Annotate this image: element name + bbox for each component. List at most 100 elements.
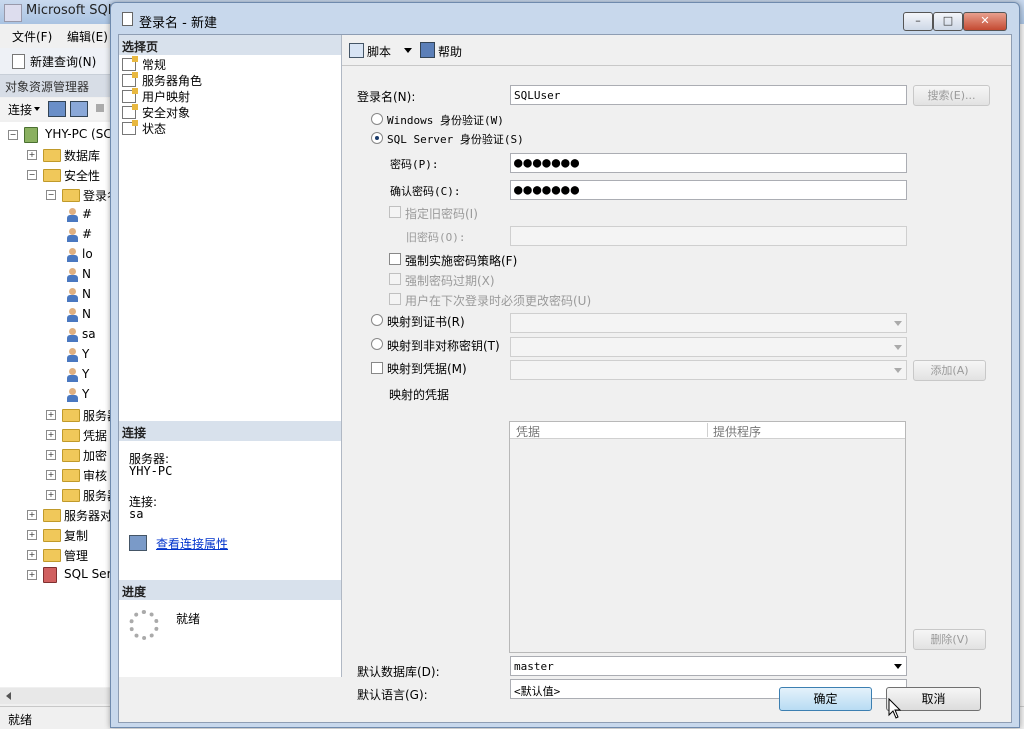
map-certificate-label[interactable]: 映射到证书(R) (387, 313, 465, 330)
tree-node-label: 审核 (83, 469, 108, 483)
stop-icon[interactable] (96, 104, 104, 112)
script-icon[interactable] (349, 43, 364, 58)
disconnect-icon[interactable] (70, 101, 88, 117)
connect-button[interactable]: 连接 (8, 101, 32, 118)
menu-edit[interactable]: 编辑(E) (67, 28, 108, 45)
expand-icon[interactable]: + (27, 150, 37, 160)
remove-credential-button[interactable]: 删除(V) (913, 629, 986, 650)
tree-node[interactable]: sa (0, 326, 110, 344)
tree-node[interactable]: N (0, 266, 110, 284)
must-change-label: 用户在下次登录时必须更改密码(U) (405, 294, 592, 308)
object-explorer-title: 对象资源管理器 (5, 80, 90, 94)
tree-node[interactable]: N (0, 306, 110, 324)
login-user-icon (66, 208, 78, 222)
tree-node[interactable]: + 加密 (0, 446, 110, 464)
tree-node[interactable]: − YHY-PC (SC (0, 126, 112, 144)
tree-node[interactable]: + 服务器对 (0, 506, 112, 524)
tree-node[interactable]: + SQL Ser (0, 566, 112, 584)
expand-icon[interactable]: + (27, 570, 37, 580)
new-query-button[interactable]: 新建查询(N) (10, 52, 108, 70)
certificate-select[interactable] (510, 313, 907, 333)
help-button[interactable]: 帮助 (438, 43, 462, 60)
help-icon[interactable] (420, 42, 435, 58)
password-input[interactable]: ●●●●●●● (510, 153, 907, 173)
page-icon (122, 104, 138, 119)
tree-node[interactable]: + 数据库 (0, 146, 110, 164)
tree-node-label: Y (82, 387, 90, 401)
map-credential-label[interactable]: 映射到凭据(M) (387, 360, 467, 377)
expand-icon[interactable]: + (46, 470, 56, 480)
collapse-icon[interactable]: − (8, 130, 18, 140)
new-query-label: 新建查询(N) (30, 55, 97, 69)
tree-node-label: 加密 (83, 449, 108, 463)
mapped-credentials-grid[interactable]: 凭据 提供程序 (509, 421, 906, 653)
column-provider[interactable]: 提供程序 (713, 423, 761, 440)
asymmetric-key-select[interactable] (510, 337, 907, 357)
view-connection-properties-link[interactable]: 查看连接属性 (156, 535, 228, 552)
specify-old-password-checkbox[interactable] (389, 206, 401, 218)
map-certificate-radio[interactable] (371, 314, 383, 326)
connect-dropdown-icon[interactable] (34, 107, 40, 111)
add-credential-button[interactable]: 添加(A) (913, 360, 986, 381)
default-database-select[interactable]: master (510, 656, 907, 676)
script-dropdown-icon[interactable] (404, 48, 412, 53)
expand-icon[interactable]: + (46, 490, 56, 500)
tree-node[interactable]: − 安全性 (0, 166, 110, 184)
tree-node[interactable]: + 复制 (0, 526, 110, 544)
search-button[interactable]: 搜索(E)... (913, 85, 990, 106)
tree-node[interactable]: N (0, 286, 110, 304)
map-asymmetric-key-radio[interactable] (371, 338, 383, 350)
expand-icon[interactable]: + (27, 550, 37, 560)
expand-icon[interactable]: + (46, 410, 56, 420)
connect-object-explorer-icon[interactable] (48, 101, 66, 117)
enforce-policy-checkbox[interactable] (389, 253, 401, 265)
tree-node-label: 数据库 (64, 149, 101, 163)
enforce-policy-label[interactable]: 强制实施密码策略(F) (405, 252, 517, 269)
confirm-password-input[interactable]: ●●●●●●● (510, 180, 907, 200)
login-user-icon (66, 328, 78, 342)
sql-auth-radio[interactable] (371, 132, 383, 144)
collapse-icon[interactable]: − (46, 190, 56, 200)
tree-node[interactable]: # (0, 226, 110, 244)
credential-select[interactable] (510, 360, 907, 380)
login-name-input[interactable]: SQLUser (510, 85, 907, 105)
column-divider (707, 423, 708, 437)
progress-spinner-icon (129, 610, 159, 640)
tree-node[interactable]: Y (0, 346, 110, 364)
minimize-button[interactable]: – (903, 12, 933, 31)
tree-node[interactable]: # (0, 206, 110, 224)
tree-node[interactable]: Y (0, 366, 110, 384)
expand-icon[interactable]: + (46, 430, 56, 440)
close-button[interactable]: ✕ (963, 12, 1007, 31)
map-credential-checkbox[interactable] (371, 362, 383, 374)
chevron-down-icon (894, 345, 902, 350)
script-button[interactable]: 脚本 (367, 43, 391, 60)
map-asymmetric-key-label[interactable]: 映射到非对称密钥(T) (387, 337, 500, 354)
tree-node[interactable]: Y (0, 386, 110, 404)
expand-icon[interactable]: + (27, 530, 37, 540)
tree-node[interactable]: − 登录名 (0, 186, 119, 204)
dialog-title-bar[interactable]: 登录名 - 新建 – □ ✕ (111, 3, 1019, 33)
tree-node[interactable]: + 审核 (0, 466, 110, 484)
tree-node[interactable]: + 管理 (0, 546, 110, 564)
must-change-checkbox[interactable] (389, 293, 401, 305)
maximize-button[interactable]: □ (933, 12, 963, 31)
windows-auth-radio[interactable] (371, 113, 383, 125)
sql-auth-label[interactable]: SQL Server 身份验证(S) (387, 131, 524, 147)
chevron-down-icon (894, 321, 902, 326)
tree-horizontal-scrollbar[interactable] (0, 688, 110, 704)
collapse-icon[interactable]: − (27, 170, 37, 180)
expand-icon[interactable]: + (27, 510, 37, 520)
windows-auth-label[interactable]: Windows 身份验证(W) (387, 112, 504, 128)
tree-node[interactable]: + 服务器 (0, 406, 119, 424)
tree-node[interactable]: + 凭据 (0, 426, 110, 444)
enforce-expiration-checkbox[interactable] (389, 273, 401, 285)
expand-icon[interactable]: + (46, 450, 56, 460)
column-credential[interactable]: 凭据 (516, 423, 540, 440)
ok-button[interactable]: 确定 (779, 687, 872, 711)
menu-file[interactable]: 文件(F) (12, 28, 52, 45)
scroll-left-icon[interactable] (6, 692, 11, 700)
old-password-input[interactable] (510, 226, 907, 246)
tree-node[interactable]: lo (0, 246, 110, 264)
tree-node[interactable]: + 服务器 (0, 486, 119, 504)
